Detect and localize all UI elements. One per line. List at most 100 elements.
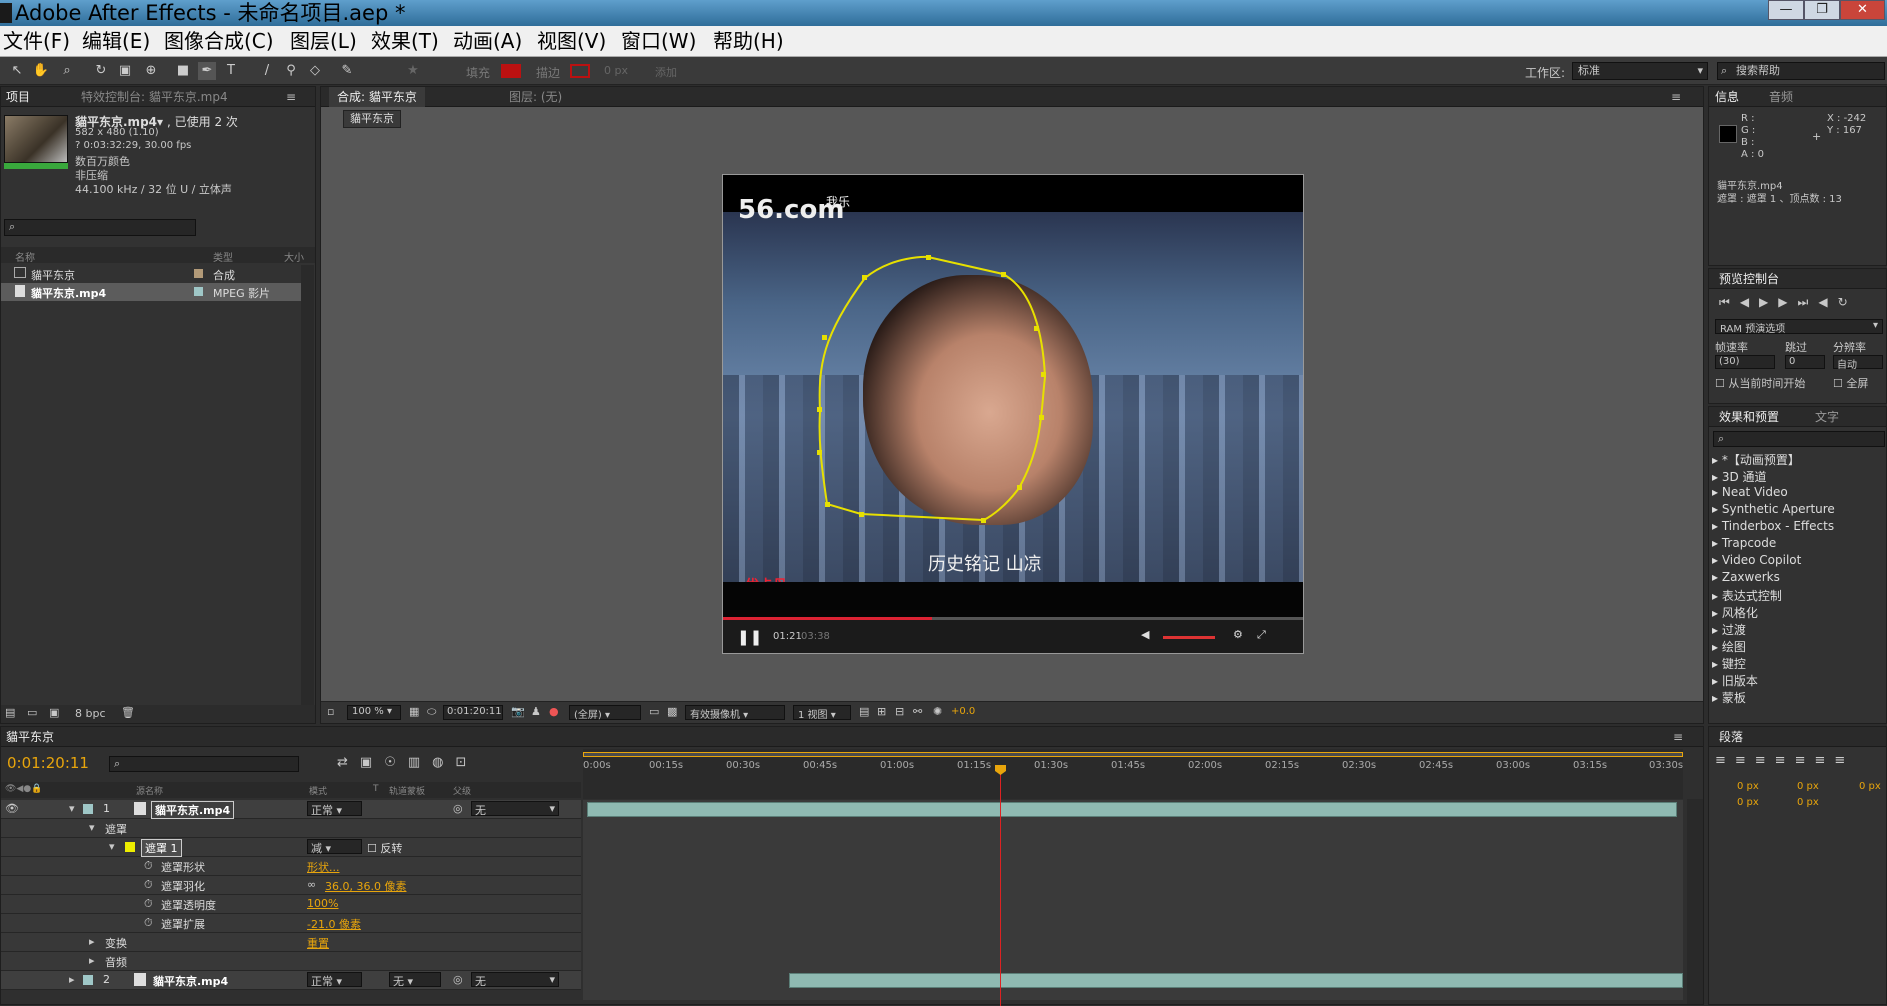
clone-stamp-tool-icon[interactable]: ⚲	[282, 62, 300, 80]
fullscreen-checkbox[interactable]: ☐ 全屏	[1833, 375, 1868, 391]
tab-composition[interactable]: 合成: 貓平东京	[329, 87, 425, 107]
label-color[interactable]	[83, 804, 93, 814]
space-after-value[interactable]: 0 px	[1797, 797, 1819, 808]
masks-group-row[interactable]: ▾ 遮罩	[1, 819, 581, 838]
menu-composition[interactable]: 图像合成(C)	[164, 26, 274, 57]
effect-category[interactable]: ▸ *【动画预置】	[1712, 451, 1800, 468]
pan-behind-tool-icon[interactable]: ⊕	[142, 62, 160, 80]
motion-blur-icon[interactable]: ◍	[432, 755, 455, 770]
effect-category[interactable]: ▸ 绘图	[1712, 638, 1746, 655]
channel-icon[interactable]: ●	[549, 705, 559, 718]
bit-depth[interactable]: 8 bpc	[75, 707, 106, 720]
stroke-width[interactable]: 0 px	[604, 64, 628, 77]
puppet-tool-icon[interactable]: ✎	[338, 62, 356, 80]
draft-3d-icon[interactable]: ▣	[360, 755, 384, 770]
safe-margins-icon[interactable]: ▦	[409, 705, 419, 718]
menu-file[interactable]: 文件(F)	[3, 26, 70, 57]
composition-viewer[interactable]: 56.com 我乐 历史铭记 山凉 优卡丹 ❚❚ 01:21 03:38 ◀ ⚙…	[722, 174, 1304, 654]
ram-preview-select[interactable]: RAM 预演选项 ▾	[1715, 319, 1883, 335]
workspace-select[interactable]: 标准 ▾	[1572, 62, 1708, 80]
parent-select[interactable]: 无 ▾	[471, 801, 559, 817]
maximize-button[interactable]: ❐	[1804, 0, 1840, 20]
fast-previews-icon[interactable]: ⊞	[877, 705, 886, 718]
fps-select[interactable]: (30)	[1715, 355, 1775, 369]
invert-checkbox[interactable]: ☐ 反转	[367, 840, 402, 856]
expand-icon[interactable]: ▾	[109, 840, 115, 853]
timeline-switches[interactable]: ⇄▣☉▥◍⊡	[337, 755, 478, 770]
mask-path[interactable]	[723, 175, 1303, 654]
layer-bar[interactable]	[789, 973, 1683, 988]
stopwatch-icon[interactable]: ⏱	[144, 916, 153, 930]
layer-row[interactable]: ▸ 2 貓平东京.mp4 正常 ▾ 无 ▾ ◎ 无 ▾	[1, 971, 581, 990]
transparency-grid-icon[interactable]: ▩	[667, 705, 677, 718]
play-icon[interactable]: ▶	[1759, 295, 1778, 309]
tab-audio[interactable]: 音频	[1769, 87, 1793, 107]
mask-name[interactable]: 遮罩 1	[141, 839, 182, 857]
layer-row[interactable]: 👁 ▾ 1 貓平东京.mp4 正常 ▾ ◎ 无 ▾	[1, 800, 581, 819]
effect-category[interactable]: ▸ Synthetic Aperture	[1712, 502, 1835, 516]
effect-category[interactable]: ▸ Video Copilot	[1712, 553, 1801, 567]
col-type[interactable]: 类型	[213, 249, 233, 264]
stopwatch-icon[interactable]: ⏱	[144, 859, 153, 873]
graph-editor-icon[interactable]: ⊡	[456, 755, 479, 770]
alignment-buttons[interactable]: ≡≡≡≡≡≡≡	[1715, 753, 1854, 768]
effect-category[interactable]: ▸ Zaxwerks	[1712, 570, 1780, 584]
col-name[interactable]: 名称	[15, 249, 35, 264]
from-current-checkbox[interactable]: ☐ 从当前时间开始	[1715, 375, 1805, 391]
timeline-search-input[interactable]: ⌕	[109, 756, 299, 772]
comp-timecode[interactable]: 0:01:20:11	[443, 705, 503, 720]
layer-bar[interactable]	[587, 802, 1677, 817]
effect-category[interactable]: ▸ 蒙板	[1712, 689, 1746, 706]
comp-breadcrumb[interactable]: 貓平东京	[343, 110, 401, 128]
menu-effect[interactable]: 效果(T)	[371, 26, 439, 57]
indent-left-value[interactable]: 0 px	[1737, 781, 1759, 792]
menu-layer[interactable]: 图层(L)	[290, 26, 357, 57]
mask-color[interactable]	[125, 842, 135, 852]
pickwhip-icon[interactable]: ◎	[453, 802, 463, 815]
frame-blend-icon[interactable]: ▥	[408, 755, 432, 770]
expand-icon[interactable]: ▸	[89, 954, 95, 967]
mask-mode-select[interactable]: 减 ▾	[307, 839, 362, 855]
menu-window[interactable]: 窗口(W)	[621, 26, 696, 57]
panel-menu-icon[interactable]: ≡	[286, 87, 296, 107]
loop-icon[interactable]: ↻	[1838, 295, 1858, 309]
transform-reset[interactable]: 重置	[307, 935, 329, 951]
always-preview-icon[interactable]: ▫	[327, 705, 334, 718]
property-row[interactable]: ⏱ 遮罩扩展 -21.0 像素	[1, 914, 581, 933]
pickwhip-icon[interactable]: ◎	[453, 973, 463, 986]
property-row[interactable]: ⏱ 遮罩形状 形状...	[1, 857, 581, 876]
preview-transport[interactable]: ⏮◀▶▶⏭◀↻	[1719, 295, 1858, 310]
blend-mode-select[interactable]: 正常 ▾	[307, 972, 362, 988]
current-time-indicator[interactable]	[1000, 765, 1001, 1006]
tab-effects-presets[interactable]: 效果和预置	[1719, 407, 1779, 427]
effect-category[interactable]: ▸ 风格化	[1712, 604, 1758, 621]
blend-mode-select[interactable]: 正常 ▾	[307, 801, 362, 817]
property-row[interactable]: ⏱ 遮罩羽化 ∞ 36.0, 36.0 像素	[1, 876, 581, 895]
mask-opacity-value[interactable]: 100%	[307, 897, 338, 910]
tab-paragraph[interactable]: 段落	[1719, 727, 1743, 747]
effect-category[interactable]: ▸ 过渡	[1712, 621, 1746, 638]
hand-tool-icon[interactable]: ✋	[32, 62, 50, 80]
tab-layer[interactable]: 图层: (无)	[509, 87, 562, 107]
shy-icon[interactable]: ☉	[384, 755, 408, 770]
label-color[interactable]	[83, 975, 93, 985]
tab-project[interactable]: 项目	[6, 87, 30, 107]
views-select[interactable]: 1 视图 ▾	[793, 705, 851, 721]
expand-icon[interactable]: ▸	[89, 935, 95, 948]
exposure-icon[interactable]: ✺	[933, 705, 942, 718]
zoom-tool-icon[interactable]: ⌕	[58, 62, 76, 80]
effect-category[interactable]: ▸ 表达式控制	[1712, 587, 1782, 604]
exposure-value[interactable]: +0.0	[951, 706, 975, 717]
camera-tool-icon[interactable]: ▣	[116, 62, 134, 80]
transform-row[interactable]: ▸ 变换 重置	[1, 933, 581, 952]
zoom-select[interactable]: 100 % ▾	[347, 705, 401, 720]
first-frame-icon[interactable]: ⏮	[1719, 295, 1740, 309]
brush-tool-icon[interactable]: /	[258, 62, 276, 80]
menu-view[interactable]: 视图(V)	[537, 26, 606, 57]
col-t[interactable]: T	[373, 784, 379, 794]
next-frame-icon[interactable]: ▶	[1778, 295, 1797, 309]
layer-name[interactable]: 貓平东京.mp4	[153, 973, 228, 989]
col-mode[interactable]: 模式	[309, 784, 327, 797]
effect-category[interactable]: ▸ Trapcode	[1712, 536, 1776, 550]
mask-feather-value[interactable]: 36.0, 36.0 像素	[325, 878, 406, 894]
